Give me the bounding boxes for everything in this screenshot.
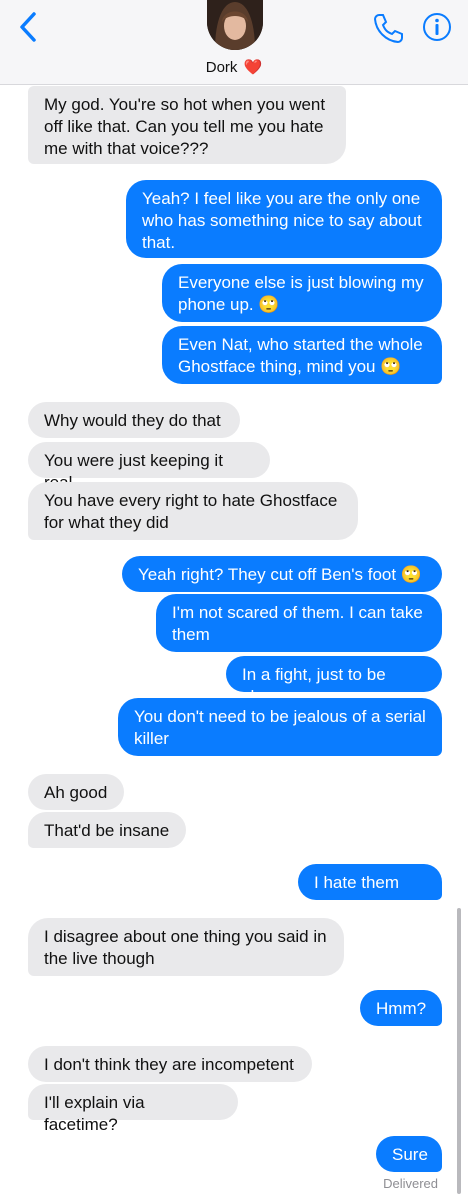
message-bubble-incoming[interactable]: Why would they do that bbox=[28, 402, 240, 438]
delivery-status: Delivered bbox=[383, 1176, 438, 1191]
message-bubble-outgoing[interactable]: Yeah? I feel like you are the only one w… bbox=[126, 180, 442, 258]
message-bubble-incoming[interactable]: You were just keeping it real bbox=[28, 442, 270, 492]
message-bubble-outgoing[interactable]: Everyone else is just blowing my phone u… bbox=[162, 264, 442, 322]
info-icon[interactable] bbox=[422, 12, 452, 42]
phone-icon[interactable] bbox=[372, 12, 404, 44]
message-bubble-incoming[interactable]: Ah good bbox=[28, 774, 124, 810]
message-bubble-incoming[interactable]: I'll explain via facetime? bbox=[28, 1084, 238, 1134]
message-bubble-incoming[interactable]: I disagree about one thing you said in t… bbox=[28, 918, 344, 976]
back-chevron-icon[interactable] bbox=[14, 10, 44, 44]
contact-name-row[interactable]: Dork ❤️ bbox=[0, 58, 468, 76]
message-bubble-outgoing[interactable]: Sure bbox=[376, 1136, 442, 1172]
message-bubble-outgoing[interactable]: I hate them sm bbox=[298, 864, 442, 914]
message-bubble-incoming[interactable]: You have every right to hate Ghostface f… bbox=[28, 482, 358, 540]
message-bubble-outgoing[interactable]: Even Nat, who started the whole Ghostfac… bbox=[162, 326, 442, 384]
scrollbar[interactable] bbox=[457, 908, 461, 1194]
message-bubble-outgoing[interactable]: Hmm? bbox=[360, 990, 442, 1026]
message-bubble-incoming[interactable]: I don't think they are incompetent bbox=[28, 1046, 312, 1082]
message-bubble-outgoing[interactable]: You don't need to be jealous of a serial… bbox=[118, 698, 442, 756]
message-bubble-incoming[interactable]: My god. You're so hot when you went off … bbox=[28, 86, 346, 164]
contact-name: Dork bbox=[205, 59, 238, 76]
message-bubble-incoming[interactable]: That'd be insane bbox=[28, 812, 186, 848]
conversation-header: Dork ❤️ bbox=[0, 0, 468, 85]
message-bubble-outgoing[interactable]: I'm not scared of them. I can take them bbox=[156, 594, 442, 652]
contact-avatar[interactable] bbox=[207, 0, 263, 50]
message-bubble-outgoing[interactable]: Yeah right? They cut off Ben's foot 🙄 bbox=[122, 556, 442, 592]
heart-emoji: ❤️ bbox=[243, 59, 263, 76]
message-bubble-outgoing[interactable]: In a fight, just to be clear bbox=[226, 656, 442, 706]
